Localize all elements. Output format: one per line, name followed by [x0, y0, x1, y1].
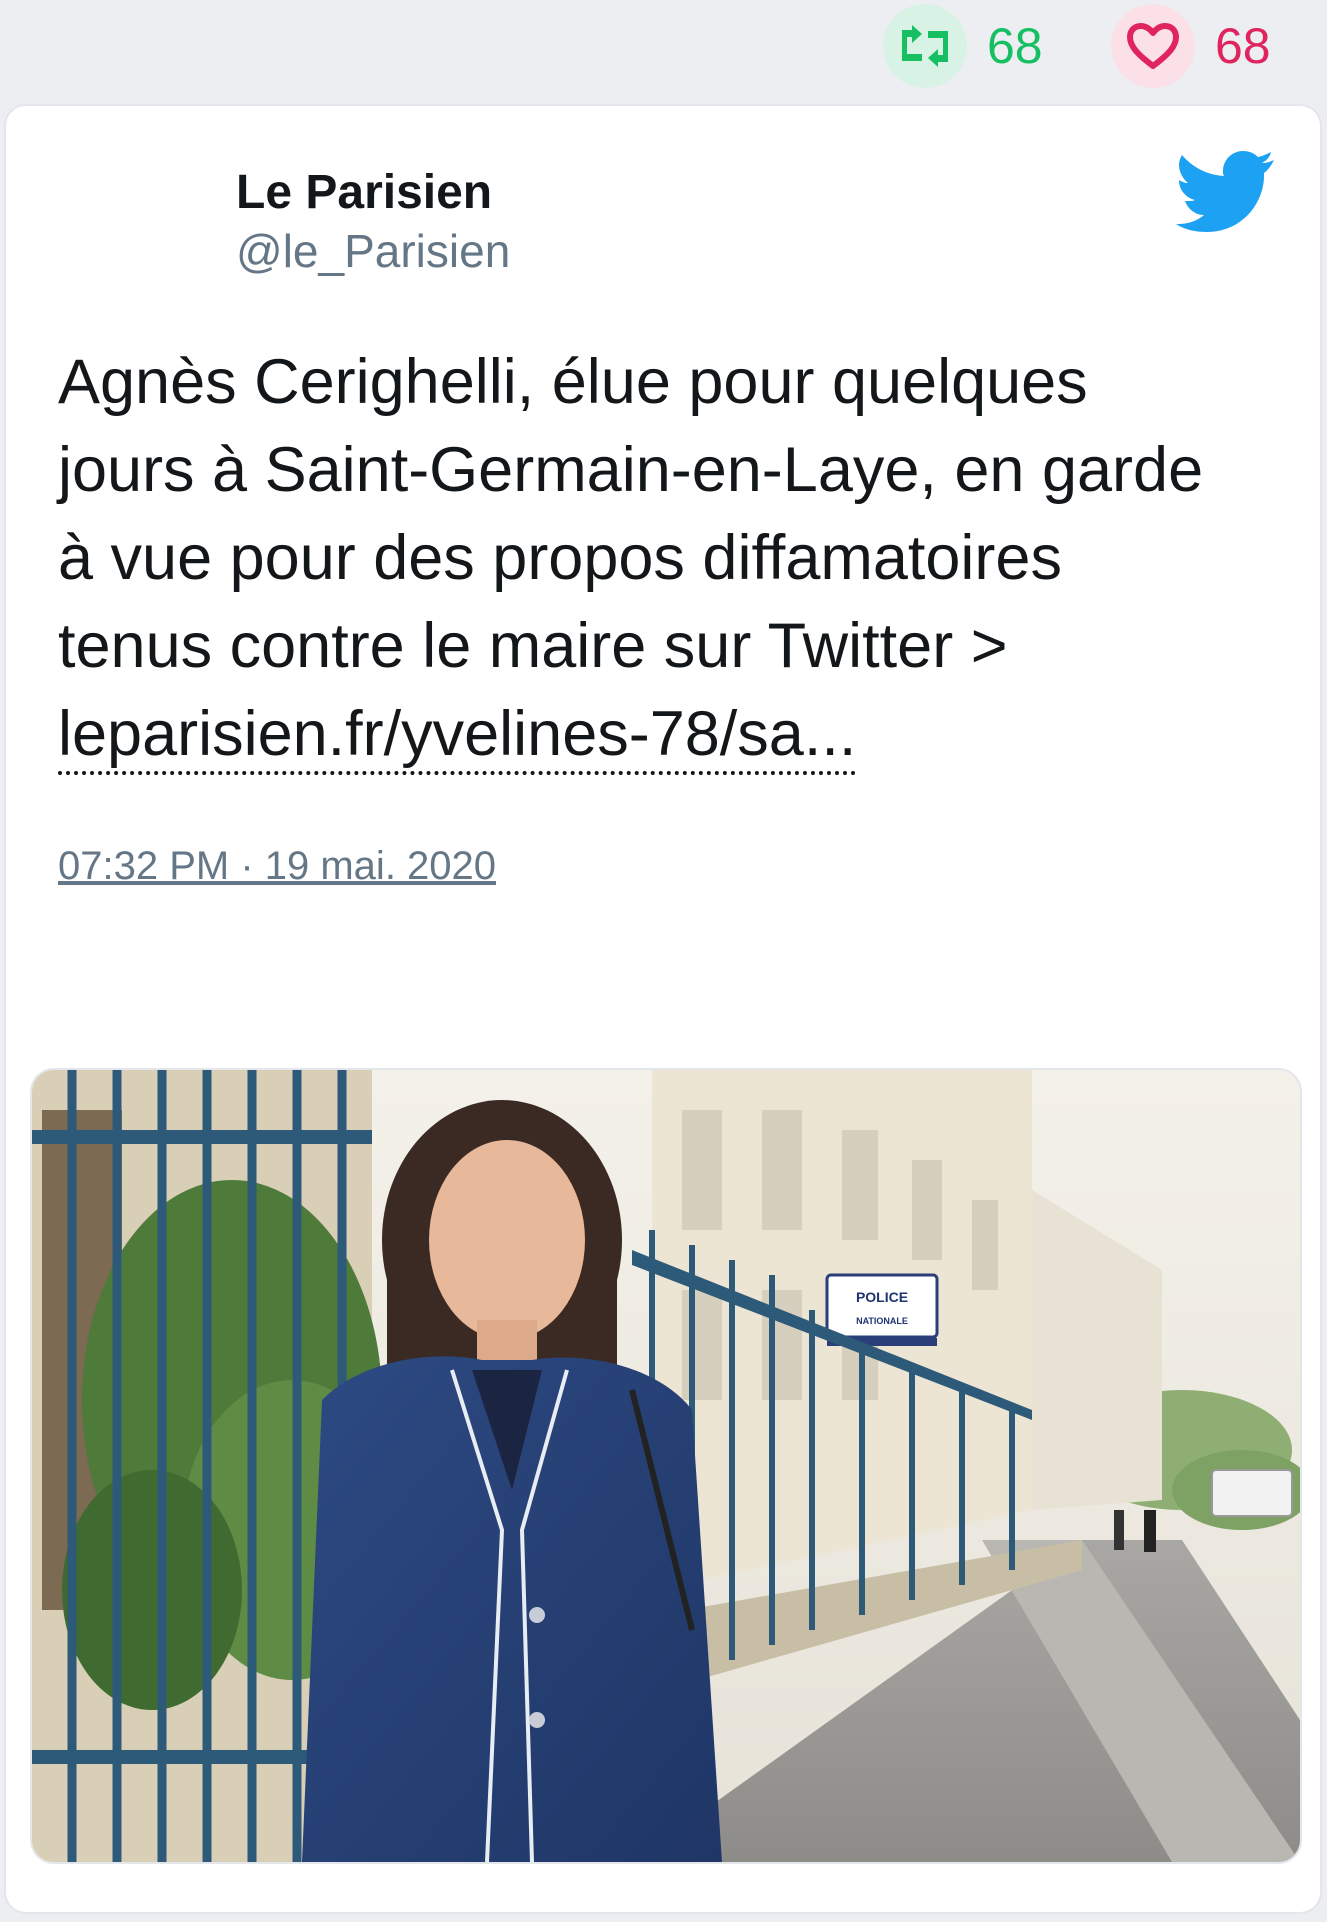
tweet-text: Agnès Cerighelli, élue pour quelques jou… [58, 338, 1288, 778]
article-link[interactable]: leparisien.fr/yvelines-78/sa... [58, 699, 857, 775]
police-sign-line1: POLICE [856, 1289, 908, 1305]
tweet-card: Le Parisien @le_Parisien Agnès Cerighell… [4, 104, 1322, 1914]
author-handle[interactable]: @le_Parisien [236, 222, 510, 280]
retweet-icon[interactable] [883, 4, 967, 88]
twitter-bird-icon[interactable] [1176, 150, 1276, 232]
heart-icon[interactable] [1111, 4, 1195, 88]
author-info[interactable]: Le Parisien @le_Parisien [236, 164, 510, 280]
tweet-text-line: à vue pour des propos diffamatoires [58, 523, 1062, 593]
engagement-bar: 68 68 [0, 0, 1327, 104]
like-count: 68 [1215, 18, 1271, 74]
police-sign-line2: NATIONALE [856, 1316, 908, 1326]
tweet-photo[interactable]: POLICE NATIONALE [30, 1068, 1302, 1864]
tweet-text-line: jours à Saint-Germain-en-Laye, en garde [58, 435, 1204, 505]
author-name[interactable]: Le Parisien [236, 164, 510, 222]
retweet-stat[interactable]: 68 [883, 4, 1043, 88]
tweet-text-line: tenus contre le maire sur Twitter > [58, 611, 1008, 681]
retweet-count: 68 [987, 18, 1043, 74]
tweet-timestamp[interactable]: 07:32 PM · 19 mai. 2020 [58, 844, 496, 889]
like-stat[interactable]: 68 [1111, 4, 1271, 88]
tweet-text-line: Agnès Cerighelli, élue pour quelques [58, 347, 1088, 417]
